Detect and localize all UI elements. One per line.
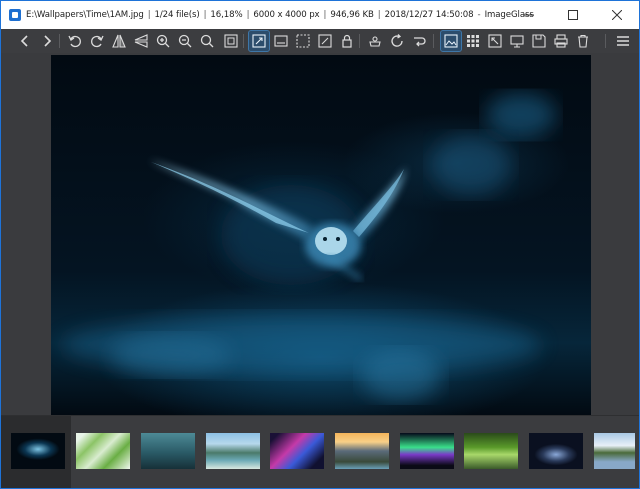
refresh-icon: [391, 34, 403, 47]
imageglass-window: E:\Wallpapers\Time\1AM.jpg | 1/24 file(s) |…: [0, 0, 640, 489]
print-button[interactable]: [365, 31, 385, 51]
file-size: 946,96 KB: [330, 10, 374, 20]
maximize-icon: [568, 10, 578, 20]
flip-vertical-icon: [134, 34, 148, 48]
toolbar-separator: [243, 34, 244, 48]
lock-zoom-button[interactable]: [337, 31, 357, 51]
auto-zoom-button[interactable]: [248, 30, 270, 52]
zoom-in-button[interactable]: [153, 31, 173, 51]
thumb-lake-valley[interactable]: [206, 433, 260, 469]
menu-icon: [617, 36, 629, 46]
window-controls: [507, 1, 639, 29]
maximize-button[interactable]: [551, 1, 595, 29]
minimize-icon: [524, 14, 534, 16]
thumb-neon-city[interactable]: [270, 433, 324, 469]
scale-to-height-button[interactable]: [293, 31, 313, 51]
lock-zoom-icon: [342, 34, 352, 48]
rotate-right-icon: [91, 35, 104, 48]
file-index: 1/24 file(s): [154, 10, 200, 20]
close-icon: [612, 10, 622, 20]
refresh-button[interactable]: [387, 31, 407, 51]
fullscreen-button[interactable]: [485, 31, 505, 51]
toolbar-separator: [433, 34, 434, 48]
scale-to-fill-icon: [318, 34, 332, 48]
go-to-image-icon: [414, 37, 426, 47]
thumb-mountain-sunset[interactable]: [335, 433, 389, 469]
thumb-owl[interactable]: [11, 433, 65, 469]
imageglass-app-icon[interactable]: [9, 9, 21, 21]
rotate-right-button[interactable]: [87, 31, 107, 51]
next-image-icon: [44, 35, 52, 47]
checkerboard-icon: [467, 35, 479, 47]
zoom-out-button[interactable]: [175, 31, 195, 51]
modified-date: 2018/12/27 14:50:08: [384, 10, 474, 20]
thumb-forest-stream[interactable]: [464, 433, 518, 469]
flip-horizontal-button[interactable]: [109, 31, 129, 51]
image-dimensions: 6000 x 4000 px: [253, 10, 320, 20]
rotate-left-button[interactable]: [65, 31, 85, 51]
auto-zoom-icon: [252, 34, 266, 48]
toolbar-separator: [359, 34, 360, 48]
zoom-in-icon: [156, 34, 170, 48]
checkerboard-button[interactable]: [463, 31, 483, 51]
thumb-aurora[interactable]: [400, 433, 454, 469]
toolbar: [1, 29, 639, 53]
thumb-reflection-lake[interactable]: [594, 433, 635, 469]
owl-photo: [51, 55, 591, 415]
fullscreen-icon: [488, 34, 502, 48]
delete-button[interactable]: [573, 31, 593, 51]
toolbar-separator: [605, 34, 606, 48]
previous-image-icon: [20, 35, 28, 47]
owl-figure: [61, 93, 556, 400]
previous-image-button[interactable]: [15, 31, 35, 51]
print-image-button[interactable]: [551, 31, 571, 51]
scale-to-width-button[interactable]: [271, 31, 291, 51]
minimize-button[interactable]: [507, 1, 551, 29]
next-image-button[interactable]: [37, 31, 57, 51]
thumbnail-bar-button[interactable]: [440, 30, 462, 52]
thumb-leaves[interactable]: [76, 433, 130, 469]
file-path: E:\Wallpapers\Time\1AM.jpg: [26, 10, 144, 20]
zoom-out-icon: [178, 34, 192, 48]
print-icon: [369, 36, 381, 47]
scale-to-height-icon: [296, 34, 310, 48]
zoom-level: 16,18%: [210, 10, 243, 20]
zoom-to-fit-button[interactable]: [197, 31, 217, 51]
thumb-misty-tree[interactable]: [141, 433, 195, 469]
title-bar: E:\Wallpapers\Time\1AM.jpg | 1/24 file(s) |…: [1, 1, 639, 29]
print-image-icon: [554, 34, 568, 48]
actual-size-icon: [224, 34, 238, 48]
flip-vertical-button[interactable]: [131, 31, 151, 51]
thumbnail-bar-icon: [444, 34, 458, 48]
go-to-image-button[interactable]: [409, 31, 429, 51]
rotate-left-icon: [68, 35, 81, 48]
menu-button[interactable]: [613, 31, 633, 51]
save-button[interactable]: [529, 31, 549, 51]
slideshow-button[interactable]: [507, 31, 527, 51]
flip-horizontal-icon: [112, 34, 126, 48]
image-viewer[interactable]: [1, 53, 639, 415]
close-button[interactable]: [595, 1, 639, 29]
toolbar-separator: [59, 34, 60, 48]
slideshow-icon: [510, 35, 524, 48]
scale-to-width-icon: [274, 35, 288, 47]
thumbnail-bar: [1, 415, 639, 488]
scale-to-fill-button[interactable]: [315, 31, 335, 51]
thumb-night-forest[interactable]: [529, 433, 583, 469]
delete-icon: [578, 34, 588, 48]
actual-size-button[interactable]: [221, 31, 241, 51]
save-icon: [532, 34, 546, 48]
zoom-to-fit-icon: [200, 34, 214, 48]
window-title: E:\Wallpapers\Time\1AM.jpg | 1/24 file(s) |…: [26, 10, 534, 20]
